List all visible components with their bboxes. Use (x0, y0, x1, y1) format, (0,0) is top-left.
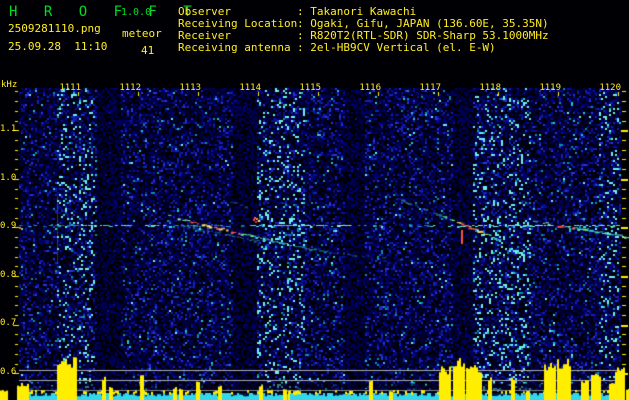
time-tick-label: 1115 (299, 83, 321, 93)
time-tick-label: 1118 (479, 83, 501, 93)
output-filename: 2509281110.png (8, 22, 101, 35)
info-value: 2el-HB9CV Vertical (el. E-W) (310, 41, 496, 55)
hrofft-screen: H R O F F T 1.0.0 2509281110.png meteor … (0, 0, 629, 400)
echo-count: 41 (141, 44, 155, 57)
freq-tick-label: 1.0 (0, 172, 17, 183)
observer-info-table: Observer: Takanori Kawachi Receiving Loc… (178, 5, 549, 54)
time-tick-label: 1116 (359, 83, 381, 93)
spectrogram-canvas (0, 0, 629, 400)
freq-tick-label: 0.9 (0, 221, 17, 232)
freq-axis-unit: kHz (1, 80, 18, 90)
app-version: 1.0.0 (121, 7, 152, 18)
info-colon: : (297, 41, 311, 55)
info-label: Receiving antenna (178, 41, 291, 55)
freq-tick-label: 0.6 (0, 367, 17, 377)
info-row-antenna: Receiving antenna: 2el-HB9CV Vertical (e… (178, 42, 549, 54)
date-time: 25.09.28 11:10 (8, 40, 108, 53)
time-tick-label: 1119 (539, 83, 561, 93)
time-tick-label: 1120 (599, 83, 621, 93)
freq-tick-label: 1.1 (0, 124, 17, 134)
freq-tick-label: 0.7 (0, 318, 17, 329)
time-tick-label: 1113 (179, 83, 201, 93)
time-tick-label: 1112 (119, 83, 141, 93)
mode-label: meteor (122, 27, 162, 40)
freq-tick-label: 0.8 (0, 269, 17, 280)
time-tick-label: 1114 (239, 83, 261, 93)
time-tick-label: 1117 (419, 83, 441, 93)
time-tick-label: 1111 (59, 83, 81, 93)
app-title: H R O F F T (9, 4, 201, 20)
